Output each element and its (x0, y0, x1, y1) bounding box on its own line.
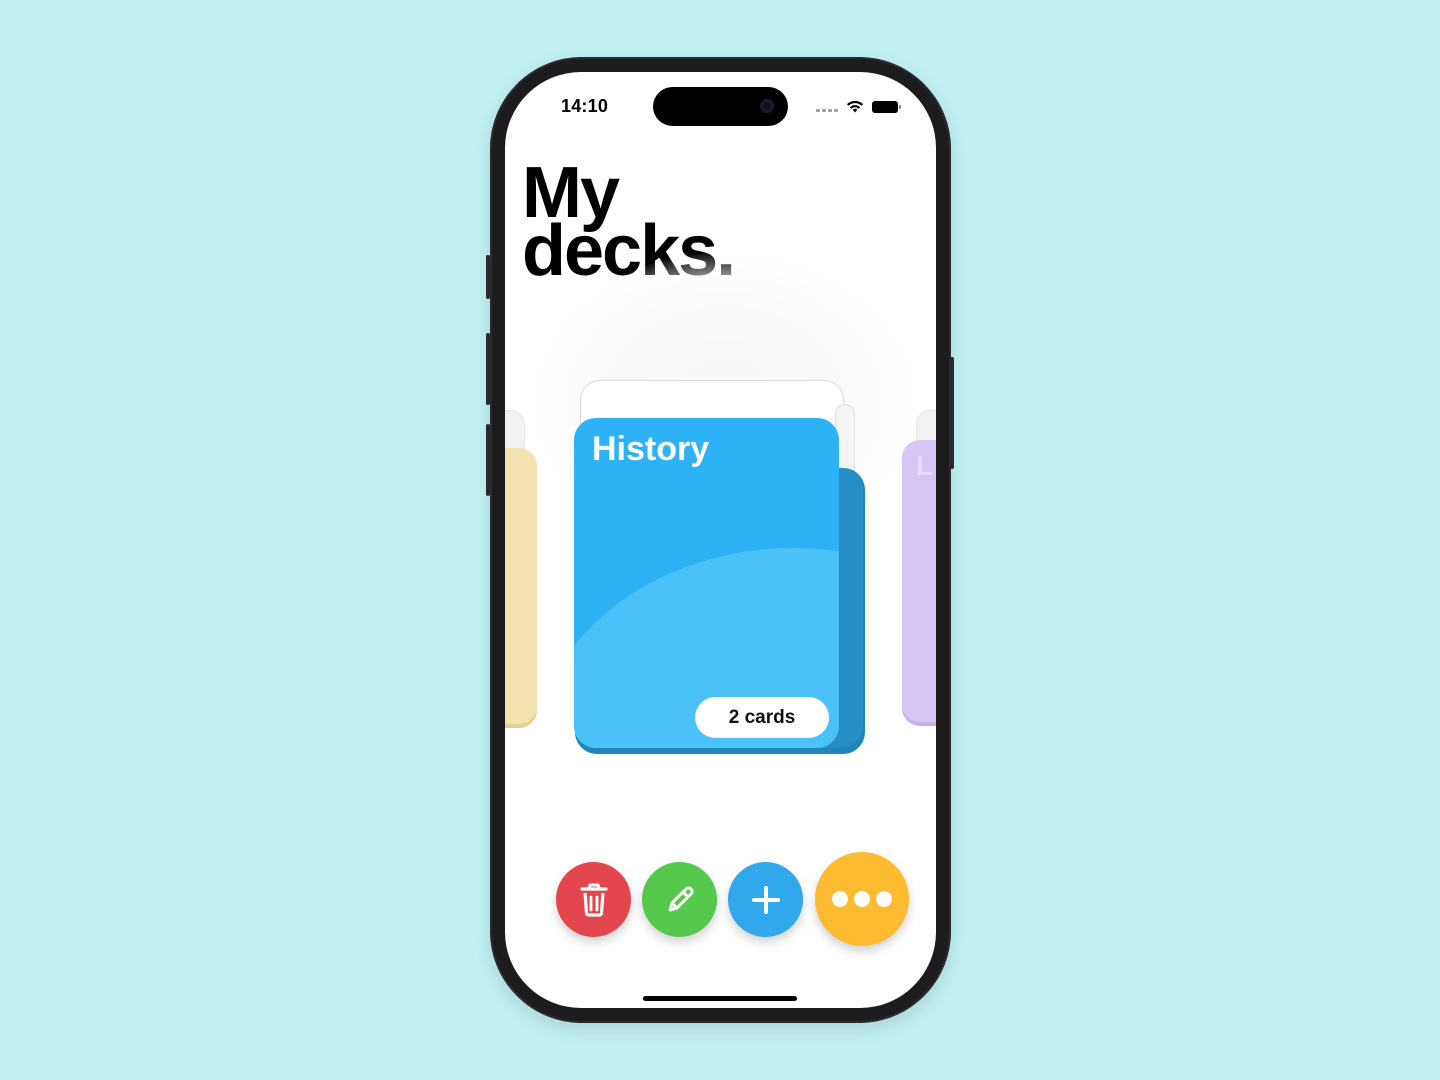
status-indicators (816, 100, 901, 113)
right-deck[interactable]: L (902, 440, 936, 722)
trash-icon (579, 883, 608, 917)
deck-card-count-badge: 2 cards (695, 697, 829, 738)
edit-button[interactable] (642, 862, 717, 937)
dynamic-island (653, 87, 788, 126)
left-deck[interactable] (505, 448, 537, 724)
wifi-icon (847, 100, 863, 113)
camera-icon (760, 99, 774, 113)
cellular-signal-icon (816, 109, 838, 112)
app-screen: 14:10 My decks. L History 2 cards (505, 72, 936, 1008)
pencil-icon (668, 885, 694, 911)
battery-icon (872, 100, 901, 113)
more-button[interactable] (815, 852, 909, 946)
right-deck-initial: L (916, 450, 934, 481)
deck-title: History (592, 430, 710, 468)
delete-button[interactable] (556, 862, 631, 937)
more-icon (832, 891, 892, 907)
current-deck-card[interactable]: History 2 cards (574, 418, 839, 748)
home-indicator[interactable] (643, 996, 797, 1001)
add-button[interactable] (728, 862, 803, 937)
plus-icon (751, 885, 780, 914)
status-time: 14:10 (561, 96, 609, 116)
